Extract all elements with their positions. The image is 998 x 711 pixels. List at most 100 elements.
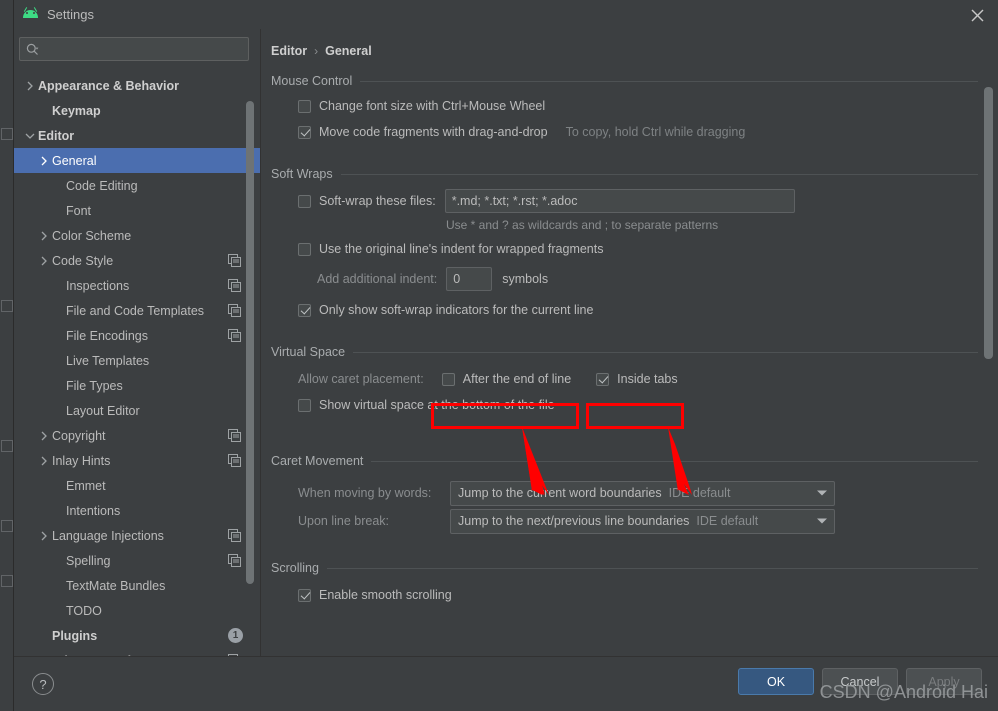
chevron-right-icon[interactable] xyxy=(38,455,50,467)
label-show-virtual-space[interactable]: Show virtual space at the bottom of the … xyxy=(319,398,555,412)
sidebar-item-label: Emmet xyxy=(66,478,106,493)
label-soft-wrap-files[interactable]: Soft-wrap these files: xyxy=(319,194,436,208)
close-icon[interactable] xyxy=(968,6,986,24)
sidebar-item-general[interactable]: General xyxy=(14,148,261,173)
row-enable-smooth-scrolling[interactable]: Enable smooth scrolling xyxy=(298,582,978,608)
sidebar-item-todo[interactable]: TODO xyxy=(14,598,261,623)
chevron-right-icon[interactable] xyxy=(38,155,50,167)
sidebar-item-file-types[interactable]: File Types xyxy=(14,373,261,398)
chevron-right-icon[interactable] xyxy=(24,80,36,92)
sidebar-item-file-encodings[interactable]: File Encodings xyxy=(14,323,261,348)
chevron-down-icon[interactable] xyxy=(817,518,827,524)
checkbox-soft-wrap-files[interactable] xyxy=(298,194,311,208)
search-box[interactable] xyxy=(19,37,249,61)
sidebar-item-keymap[interactable]: Keymap xyxy=(14,98,261,123)
label-inside-tabs[interactable]: Inside tabs xyxy=(617,372,677,386)
row-only-show-indicators[interactable]: Only show soft-wrap indicators for the c… xyxy=(298,297,978,323)
sidebar-item-label: Inspections xyxy=(66,278,130,293)
dialog-body: Appearance & Behavior Keymap Editor General… xyxy=(14,29,998,656)
section-rule xyxy=(360,80,978,82)
sidebar-item-label: TODO xyxy=(66,603,102,618)
ok-button[interactable]: OK xyxy=(738,668,814,695)
chevron-right-icon[interactable] xyxy=(38,430,50,442)
sidebar-item-emmet[interactable]: Emmet xyxy=(14,473,261,498)
settings-tree[interactable]: Appearance & Behavior Keymap Editor General… xyxy=(14,73,261,656)
checkbox-move-code-fragments[interactable] xyxy=(298,125,311,139)
row-when-moving-by-words: When moving by words: Jump to the curren… xyxy=(298,479,978,507)
sidebar-item-intentions[interactable]: Intentions xyxy=(14,498,261,523)
section-title: Soft Wraps xyxy=(271,167,333,181)
chevron-right-icon[interactable] xyxy=(38,530,50,542)
sidebar-item-inlay-hints[interactable]: Inlay Hints xyxy=(14,448,261,473)
sidebar-item-plugins[interactable]: Plugins 1 xyxy=(14,623,261,648)
row-after-end-of-line[interactable]: After the end of line xyxy=(441,372,571,386)
hint-wildcards: Use * and ? as wildcards and ; to separa… xyxy=(446,218,719,232)
sidebar-scrollbar[interactable] xyxy=(246,101,254,584)
section-title: Scrolling xyxy=(271,561,319,575)
checkbox-original-indent[interactable] xyxy=(298,242,311,256)
search-input[interactable] xyxy=(39,41,242,57)
row-inside-tabs[interactable]: Inside tabs xyxy=(596,372,678,386)
sidebar-item-label: Editor xyxy=(38,128,75,143)
hint-drag-to-copy: To copy, hold Ctrl while dragging xyxy=(565,125,746,139)
sidebar-item-label: Intentions xyxy=(66,503,121,518)
copy-icon xyxy=(228,429,241,442)
sidebar-item-spelling[interactable]: Spelling xyxy=(14,548,261,573)
cancel-button[interactable]: Cancel xyxy=(822,668,898,695)
checkbox-show-virtual-space[interactable] xyxy=(298,398,311,412)
additional-indent-input[interactable] xyxy=(446,267,493,291)
label-change-font-size[interactable]: Change font size with Ctrl+Mouse Wheel xyxy=(319,99,545,113)
sidebar-item-language-injections[interactable]: Language Injections xyxy=(14,523,261,548)
breadcrumb-parent[interactable]: Editor xyxy=(271,44,307,58)
row-original-indent[interactable]: Use the original line's indent for wrapp… xyxy=(298,236,978,262)
sidebar-item-layout-editor[interactable]: Layout Editor xyxy=(14,398,261,423)
checkbox-change-font-size[interactable] xyxy=(298,99,311,113)
row-show-virtual-space[interactable]: Show virtual space at the bottom of the … xyxy=(298,392,978,418)
sidebar-item-code-editing[interactable]: Code Editing xyxy=(14,173,261,198)
label-move-code-fragments[interactable]: Move code fragments with drag-and-drop xyxy=(319,125,548,139)
sidebar-item-version-control[interactable]: Version Control xyxy=(14,648,261,656)
sidebar-item-color-scheme[interactable]: Color Scheme xyxy=(14,223,261,248)
combo-when-moving-by-words[interactable]: Jump to the current word boundaries IDE … xyxy=(450,480,835,506)
content-scrollbar[interactable] xyxy=(984,87,993,359)
chevron-right-icon[interactable] xyxy=(38,255,50,267)
help-button[interactable]: ? xyxy=(32,673,54,695)
sidebar-item-textmate-bundles[interactable]: TextMate Bundles xyxy=(14,573,261,598)
dialog-titlebar: Settings xyxy=(14,0,998,29)
sidebar-item-label: Live Templates xyxy=(66,353,150,368)
sidebar-item-code-style[interactable]: Code Style xyxy=(14,248,261,273)
checkbox-inside-tabs[interactable] xyxy=(596,372,610,386)
sidebar-item-inspections[interactable]: Inspections xyxy=(14,273,261,298)
checkbox-enable-smooth-scrolling[interactable] xyxy=(298,588,311,602)
dialog-footer: ? OK Cancel Apply CSDN @Android Hai xyxy=(14,656,998,711)
sidebar-item-label: Layout Editor xyxy=(66,403,140,418)
row-soft-wrap-files[interactable]: Soft-wrap these files: xyxy=(298,188,978,214)
combo-upon-line-break[interactable]: Jump to the next/previous line boundarie… xyxy=(450,508,835,534)
checkbox-after-end-of-line[interactable] xyxy=(441,372,455,386)
row-additional-indent[interactable]: Add additional indent: symbols xyxy=(317,266,978,292)
chevron-down-icon[interactable] xyxy=(24,130,36,142)
sidebar-item-label: Font xyxy=(66,203,92,218)
label-after-end-of-line[interactable]: After the end of line xyxy=(463,372,571,386)
sidebar-item-copyright[interactable]: Copyright xyxy=(14,423,261,448)
chevron-down-icon[interactable] xyxy=(817,490,827,496)
row-move-code-fragments[interactable]: Move code fragments with drag-and-drop T… xyxy=(298,119,978,145)
label-only-show-indicators[interactable]: Only show soft-wrap indicators for the c… xyxy=(319,303,593,317)
sidebar-item-font[interactable]: Font xyxy=(14,198,261,223)
row-change-font-size[interactable]: Change font size with Ctrl+Mouse Wheel xyxy=(298,93,978,119)
row-allow-caret-placement: Allow caret placement: After the end of … xyxy=(298,366,978,392)
apply-button[interactable]: Apply xyxy=(906,668,982,695)
combo-value: Jump to the current word boundaries xyxy=(458,486,662,500)
sidebar-item-appearance-behavior[interactable]: Appearance & Behavior xyxy=(14,73,261,98)
label-enable-smooth-scrolling[interactable]: Enable smooth scrolling xyxy=(319,588,452,602)
sidebar-item-live-templates[interactable]: Live Templates xyxy=(14,348,261,373)
chevron-right-icon[interactable] xyxy=(38,230,50,242)
sidebar-item-file-and-code-templates[interactable]: File and Code Templates xyxy=(14,298,261,323)
label-original-indent[interactable]: Use the original line's indent for wrapp… xyxy=(319,242,604,256)
checkbox-only-show-indicators[interactable] xyxy=(298,303,311,317)
settings-sidebar: Appearance & Behavior Keymap Editor General… xyxy=(14,29,261,656)
soft-wrap-files-input[interactable] xyxy=(444,189,795,213)
sidebar-item-editor[interactable]: Editor xyxy=(14,123,261,148)
settings-window-root: Settings Appearance & Behavior Keymap Ed… xyxy=(0,0,998,711)
sidebar-item-label: Appearance & Behavior xyxy=(38,78,180,93)
